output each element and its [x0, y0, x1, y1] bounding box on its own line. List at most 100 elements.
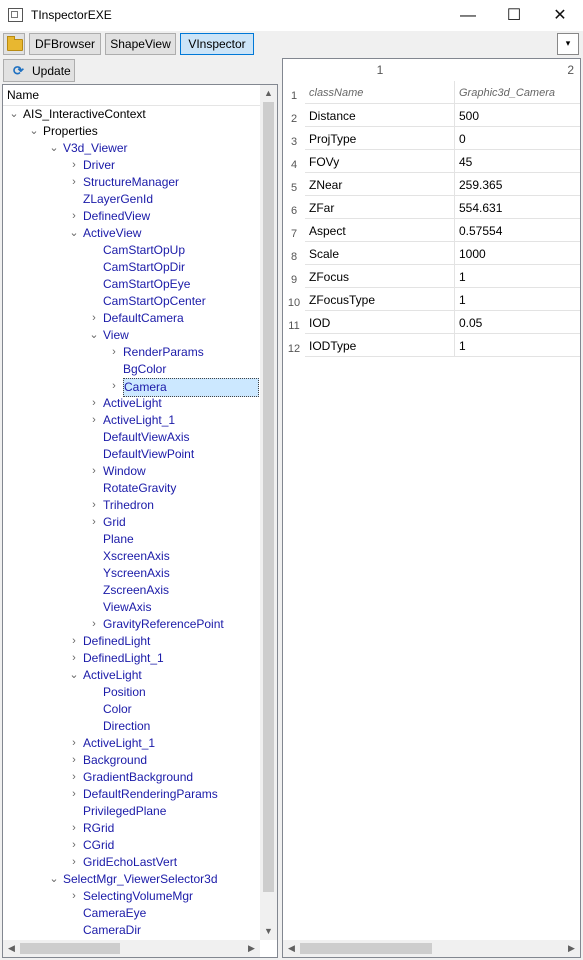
table-cell-key[interactable]: FOVy	[305, 150, 455, 173]
chevron-right-icon[interactable]: ›	[69, 837, 79, 854]
chevron-down-icon[interactable]: ⌄	[69, 667, 79, 684]
table-cell-key[interactable]: ZNear	[305, 173, 455, 196]
tree-item[interactable]: › ActiveLight	[3, 395, 259, 412]
scroll-thumb[interactable]	[263, 102, 274, 892]
chevron-down-icon[interactable]: ⌄	[89, 327, 99, 344]
chevron-right-icon[interactable]: ›	[69, 208, 79, 225]
tree-item[interactable]: › Background	[3, 752, 259, 769]
table-cell-value[interactable]: Graphic3d_Camera	[455, 81, 580, 104]
chevron-right-icon[interactable]: ›	[69, 157, 79, 174]
table-cell-value[interactable]: 1	[455, 265, 580, 288]
chevron-right-icon[interactable]: ›	[69, 769, 79, 786]
chevron-right-icon[interactable]: ›	[89, 412, 99, 429]
table-cell-value[interactable]: 1	[455, 334, 580, 357]
chevron-right-icon[interactable]: ›	[69, 888, 79, 905]
tree-horizontal-scrollbar[interactable]: ◀ ▶	[3, 940, 260, 957]
tree-item[interactable]: ViewAxis	[3, 599, 259, 616]
table-cell-value[interactable]: 554.631	[455, 196, 580, 219]
tree-item[interactable]: ⌄ View	[3, 327, 259, 344]
tree-item[interactable]: Position	[3, 684, 259, 701]
tree-item[interactable]: › Grid	[3, 514, 259, 531]
tree-item[interactable]: › Driver	[3, 157, 259, 174]
chevron-right-icon[interactable]: ›	[69, 820, 79, 837]
table-cell-value[interactable]: 1	[455, 288, 580, 311]
scroll-down-icon[interactable]: ▼	[260, 923, 277, 940]
tree-view[interactable]: Name ⌄ AIS_InteractiveContext ⌄ Properties ⌄…	[2, 84, 278, 958]
chevron-down-icon[interactable]: ⌄	[9, 106, 19, 123]
chevron-right-icon[interactable]: ›	[69, 174, 79, 191]
table-scroll-right-icon[interactable]: ▶	[563, 940, 580, 957]
chevron-right-icon[interactable]: ›	[69, 735, 79, 752]
view-menu-dropdown[interactable]: ▾	[557, 33, 579, 55]
tree-item[interactable]: ⌄ Properties	[3, 123, 259, 140]
close-button[interactable]: ✕	[537, 0, 583, 31]
tree-item[interactable]: DefaultViewPoint	[3, 446, 259, 463]
chevron-right-icon[interactable]: ›	[69, 633, 79, 650]
maximize-button[interactable]: ☐	[491, 0, 537, 31]
tree-item[interactable]: › GradientBackground	[3, 769, 259, 786]
tree-item[interactable]: ⌄ ActiveView	[3, 225, 259, 242]
chevron-right-icon[interactable]: ›	[69, 752, 79, 769]
tree-item[interactable]: › RenderParams	[3, 344, 259, 361]
column-header-2[interactable]: 2	[455, 59, 580, 81]
tree-item[interactable]: PrivilegedPlane	[3, 803, 259, 820]
tree-item[interactable]: Color	[3, 701, 259, 718]
tab-dfbrowser[interactable]: DFBrowser	[29, 33, 101, 55]
chevron-right-icon[interactable]: ›	[69, 854, 79, 871]
chevron-right-icon[interactable]: ›	[89, 514, 99, 531]
tree-item[interactable]: › ActiveLight_1	[3, 735, 259, 752]
table-cell-key[interactable]: Scale	[305, 242, 455, 265]
tree-item[interactable]: › GravityReferencePoint	[3, 616, 259, 633]
tree-item[interactable]: Direction	[3, 718, 259, 735]
table-cell-value[interactable]: 1000	[455, 242, 580, 265]
tree-vertical-scrollbar[interactable]: ▲ ▼	[260, 85, 277, 940]
tree-item[interactable]: ⌄ ActiveLight	[3, 667, 259, 684]
tree-item[interactable]: CameraEye	[3, 905, 259, 922]
chevron-right-icon[interactable]: ›	[89, 463, 99, 480]
tree-item[interactable]: › DefinedView	[3, 208, 259, 225]
chevron-right-icon[interactable]: ›	[109, 378, 119, 395]
tree-item[interactable]: › Trihedron	[3, 497, 259, 514]
table-cell-key[interactable]: ZFocus	[305, 265, 455, 288]
table-cell-value[interactable]: 259.365	[455, 173, 580, 196]
chevron-right-icon[interactable]: ›	[89, 497, 99, 514]
table-cell-key[interactable]: ZFocusType	[305, 288, 455, 311]
table-cell-key[interactable]: className	[305, 81, 455, 104]
column-header-1[interactable]: 1	[305, 59, 455, 81]
update-button[interactable]: ⟳ Update	[3, 59, 75, 82]
table-cell-value[interactable]: 500	[455, 104, 580, 127]
chevron-right-icon[interactable]: ›	[69, 786, 79, 803]
tree-item[interactable]: ⌄ SelectMgr_ViewerSelector3d	[3, 871, 259, 888]
tab-vinspector[interactable]: VInspector	[180, 33, 254, 55]
tree-item[interactable]: RotateGravity	[3, 480, 259, 497]
chevron-right-icon[interactable]: ›	[89, 395, 99, 412]
scroll-right-icon[interactable]: ▶	[243, 940, 260, 957]
chevron-right-icon[interactable]: ›	[89, 310, 99, 327]
scroll-thumb-horizontal[interactable]	[20, 943, 120, 954]
tree-item[interactable]: DefaultViewAxis	[3, 429, 259, 446]
scroll-up-icon[interactable]: ▲	[260, 85, 277, 102]
tree-item[interactable]: ZLayerGenId	[3, 191, 259, 208]
tree-item[interactable]: › DefaultRenderingParams	[3, 786, 259, 803]
tree-item[interactable]: ⌄ V3d_Viewer	[3, 140, 259, 157]
tree-item[interactable]: › Camera	[3, 378, 259, 397]
chevron-down-icon[interactable]: ⌄	[49, 871, 59, 888]
tree-item[interactable]: CamStartOpDir	[3, 259, 259, 276]
tree-item[interactable]: › GridEchoLastVert	[3, 854, 259, 871]
table-cell-key[interactable]: ProjType	[305, 127, 455, 150]
tree-item[interactable]: › SelectingVolumeMgr	[3, 888, 259, 905]
tree-item[interactable]: › ActiveLight_1	[3, 412, 259, 429]
chevron-down-icon[interactable]: ⌄	[29, 123, 39, 140]
tree-item[interactable]: CamStartOpUp	[3, 242, 259, 259]
tree-item[interactable]: › CGrid	[3, 837, 259, 854]
table-cell-value[interactable]: 0	[455, 127, 580, 150]
chevron-right-icon[interactable]: ›	[69, 650, 79, 667]
tree-item[interactable]: CamStartOpEye	[3, 276, 259, 293]
table-cell-key[interactable]: Aspect	[305, 219, 455, 242]
tree-item[interactable]: ZscreenAxis	[3, 582, 259, 599]
tree-item[interactable]: › DefaultCamera	[3, 310, 259, 327]
table-cell-value[interactable]: 0.57554	[455, 219, 580, 242]
chevron-right-icon[interactable]: ›	[109, 344, 119, 361]
tree-item[interactable]: › DefinedLight	[3, 633, 259, 650]
tree-item[interactable]: › RGrid	[3, 820, 259, 837]
